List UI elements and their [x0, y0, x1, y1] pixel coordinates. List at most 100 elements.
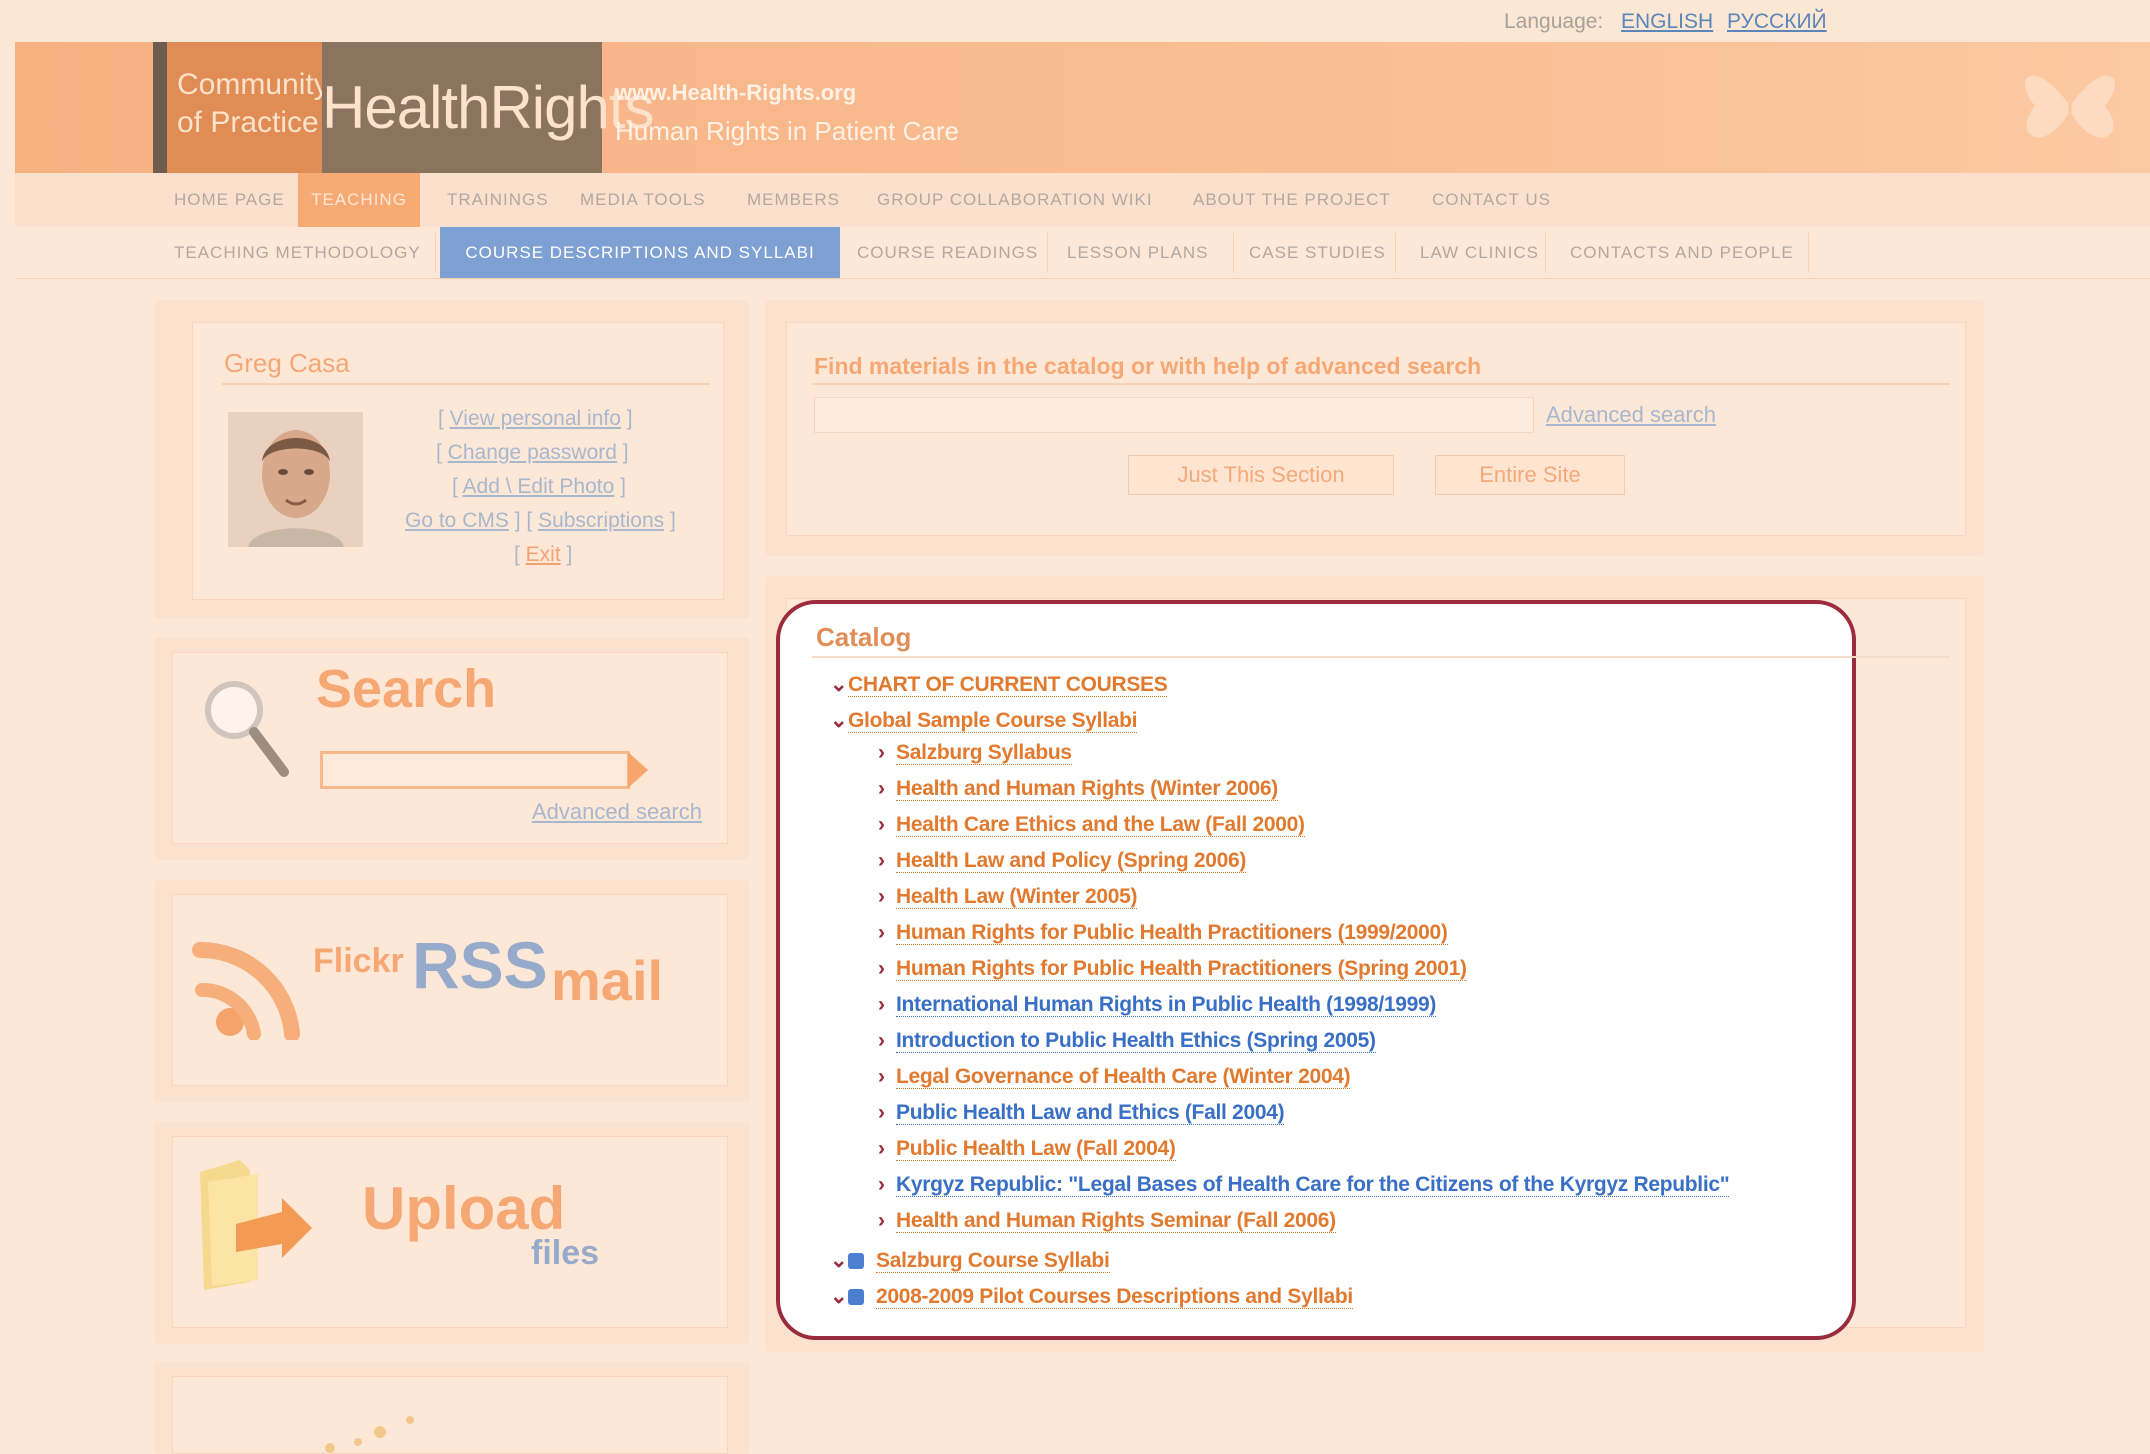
subnav-law-clinics[interactable]: LAW CLINICS — [1408, 227, 1551, 278]
subnav-divider — [1808, 233, 1809, 273]
subnav-lesson-plans[interactable]: LESSON PLANS — [1055, 227, 1220, 278]
advanced-search-link[interactable]: Advanced search — [532, 799, 702, 825]
search-widget-title: Search — [316, 659, 497, 719]
chevron-right-icon: › — [878, 1029, 885, 1052]
change-password-link[interactable]: [ Change password ] — [436, 441, 629, 465]
chevron-right-icon: › — [878, 1101, 885, 1124]
chevron-right-icon: › — [878, 957, 885, 980]
catalog-item[interactable]: › International Human Rights in Public He… — [878, 993, 1436, 1017]
chevron-down-icon[interactable]: ⌄ — [830, 1248, 848, 1273]
search-input[interactable] — [320, 751, 630, 789]
edit-photo-link[interactable]: [ Add \ Edit Photo ] — [452, 475, 626, 499]
community-of-practice-logo[interactable]: Community of Practice — [167, 42, 329, 173]
catalog-item[interactable]: › Public Health Law and Ethics (Fall 2004… — [878, 1101, 1285, 1125]
bottom-widget — [154, 1362, 750, 1454]
nav-contact-us[interactable]: CONTACT US — [1420, 173, 1563, 227]
nav-members[interactable]: MEMBERS — [735, 173, 852, 227]
view-personal-info-link[interactable]: [ View personal info ] — [438, 407, 633, 431]
avatar[interactable] — [228, 412, 363, 547]
cms-subscriptions-links[interactable]: Go to CMS ] [ Subscriptions ] — [405, 509, 676, 533]
subnav-course-descriptions[interactable]: COURSE DESCRIPTIONS AND SYLLABI — [440, 227, 840, 278]
butterfly-icon — [2024, 75, 2116, 141]
catalog-folder-chart-of-courses[interactable]: ⌄CHART OF CURRENT COURSES — [830, 672, 1168, 697]
chevron-right-icon: › — [878, 993, 885, 1016]
banner-accent-bar — [153, 42, 167, 173]
catalog-folder-salzburg[interactable]: ⌄ Salzburg Course Syllabi — [830, 1248, 1110, 1273]
database-icon — [848, 1289, 864, 1305]
chevron-right-icon: › — [878, 777, 885, 800]
subnav-divider — [1047, 233, 1048, 273]
catalog-item[interactable]: › Public Health Law (Fall 2004) — [878, 1137, 1176, 1161]
subnav-course-readings[interactable]: COURSE READINGS — [845, 227, 1050, 278]
sub-navigation: TEACHING METHODOLOGY COURSE DESCRIPTIONS… — [15, 227, 2150, 279]
catalog-item[interactable]: › Introduction to Public Health Ethics (S… — [878, 1029, 1376, 1053]
catalog-item[interactable]: › Human Rights for Public Health Practiti… — [878, 921, 1448, 945]
just-this-section-button[interactable]: Just This Section — [1128, 455, 1394, 495]
nav-teaching[interactable]: TEACHING — [298, 173, 420, 227]
catalog-item[interactable]: › Health Law (Winter 2005) — [878, 885, 1137, 909]
rss-feed-icon[interactable] — [192, 930, 310, 1040]
chevron-right-icon: › — [878, 1137, 885, 1160]
user-divider — [222, 383, 710, 385]
exit-link[interactable]: [ Exit ] — [514, 543, 572, 567]
chevron-right-icon: › — [878, 1209, 885, 1232]
nav-about-project[interactable]: ABOUT THE PROJECT — [1181, 173, 1403, 227]
user-name: Greg Casa — [224, 348, 350, 378]
mail-link[interactable]: mail — [551, 948, 663, 1013]
catalog-divider — [812, 656, 1950, 658]
chevron-right-icon: › — [878, 921, 885, 944]
nav-trainings[interactable]: TRAININGS — [435, 173, 561, 227]
catalog-folder-global-sample[interactable]: ⌄Global Sample Course Syllabi — [830, 708, 1138, 733]
language-label: Language: — [1504, 10, 1604, 33]
subnav-teaching-methodology[interactable]: TEACHING METHODOLOGY — [162, 227, 433, 278]
catalog-item[interactable]: › Human Rights for Public Health Practiti… — [878, 957, 1467, 981]
subnav-divider — [435, 233, 436, 273]
bottom-widget-inner — [172, 1376, 728, 1454]
chevron-right-icon: › — [878, 849, 885, 872]
language-english-link[interactable]: ENGLISH — [1621, 10, 1713, 34]
chevron-down-icon[interactable]: ⌄ — [830, 672, 848, 697]
entire-site-button[interactable]: Entire Site — [1435, 455, 1625, 495]
chevron-right-icon: › — [878, 1173, 885, 1196]
subnav-divider — [1545, 233, 1546, 273]
catalog-item[interactable]: › Health Care Ethics and the Law (Fall 20… — [878, 813, 1305, 837]
subnav-divider — [1233, 233, 1234, 273]
upload-title[interactable]: Upload — [362, 1174, 565, 1243]
rss-link[interactable]: RSS — [412, 927, 548, 1003]
magnifier-icon — [205, 681, 289, 777]
catalog-item[interactable]: › Health and Human Rights (Winter 2006) — [878, 777, 1278, 801]
subnav-divider — [1395, 233, 1396, 273]
catalog-item[interactable]: › Kyrgyz Republic: "Legal Bases of Health… — [878, 1173, 1730, 1197]
healthrights-logo[interactable]: HealthRights — [322, 42, 655, 173]
subnav-contacts-people[interactable]: CONTACTS AND PEOPLE — [1558, 227, 1806, 278]
catalog-item[interactable]: › Health Law and Policy (Spring 2006) — [878, 849, 1246, 873]
catalog-item[interactable]: › Health and Human Rights Seminar (Fall 2… — [878, 1209, 1336, 1233]
language-russian-link[interactable]: РУССКИЙ — [1727, 10, 1827, 34]
chevron-right-icon: › — [878, 1065, 885, 1088]
search-go-icon[interactable] — [628, 752, 648, 788]
find-materials-heading: Find materials in the catalog or with he… — [814, 353, 1482, 379]
upload-folder-icon[interactable] — [190, 1152, 320, 1292]
advanced-search-link-right[interactable]: Advanced search — [1546, 402, 1716, 428]
chevron-right-icon: › — [878, 813, 885, 836]
site-tagline: Human Rights in Patient Care — [615, 116, 959, 146]
flickr-link[interactable]: Flickr — [313, 942, 404, 981]
user-photo-icon — [228, 412, 363, 547]
find-divider — [812, 383, 1950, 385]
site-header-banner: Community of Practice HealthRights www.H… — [15, 42, 2150, 173]
catalog-item[interactable]: › Legal Governance of Health Care (Winter… — [878, 1065, 1351, 1089]
catalog-title: Catalog — [816, 622, 912, 652]
chevron-down-icon[interactable]: ⌄ — [830, 708, 848, 733]
language-bar: Language: ENGLISH РУССКИЙ — [0, 0, 2150, 42]
nav-group-wiki[interactable]: GROUP COLLABORATION WIKI — [865, 173, 1165, 227]
database-icon — [848, 1253, 864, 1269]
subnav-case-studies[interactable]: CASE STUDIES — [1237, 227, 1398, 278]
catalog-folder-pilot-courses[interactable]: ⌄ 2008-2009 Pilot Courses Descriptions an… — [830, 1284, 1353, 1309]
nav-home[interactable]: HOME PAGE — [162, 173, 297, 227]
catalog-item[interactable]: › Salzburg Syllabus — [878, 741, 1072, 765]
nav-media-tools[interactable]: MEDIA TOOLS — [568, 173, 718, 227]
chevron-right-icon: › — [878, 741, 885, 764]
chevron-down-icon[interactable]: ⌄ — [830, 1284, 848, 1309]
upload-subtitle: files — [531, 1234, 600, 1272]
catalog-search-input[interactable] — [814, 397, 1534, 433]
